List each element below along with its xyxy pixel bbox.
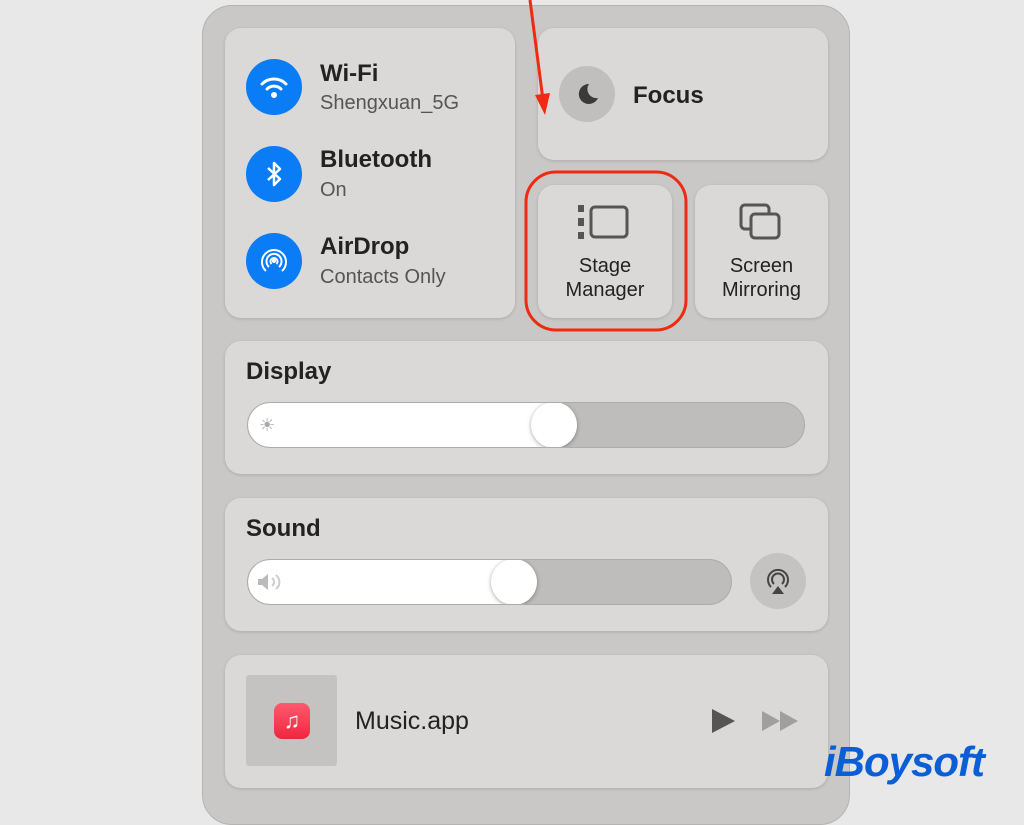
iboysoft-watermark: iBoysoft: [824, 738, 985, 785]
annotation-highlight: [524, 170, 688, 332]
annotation-arrowhead: [535, 93, 550, 115]
annotation-overlay: [524, 0, 688, 332]
annotation-arrow: [528, 0, 545, 101]
